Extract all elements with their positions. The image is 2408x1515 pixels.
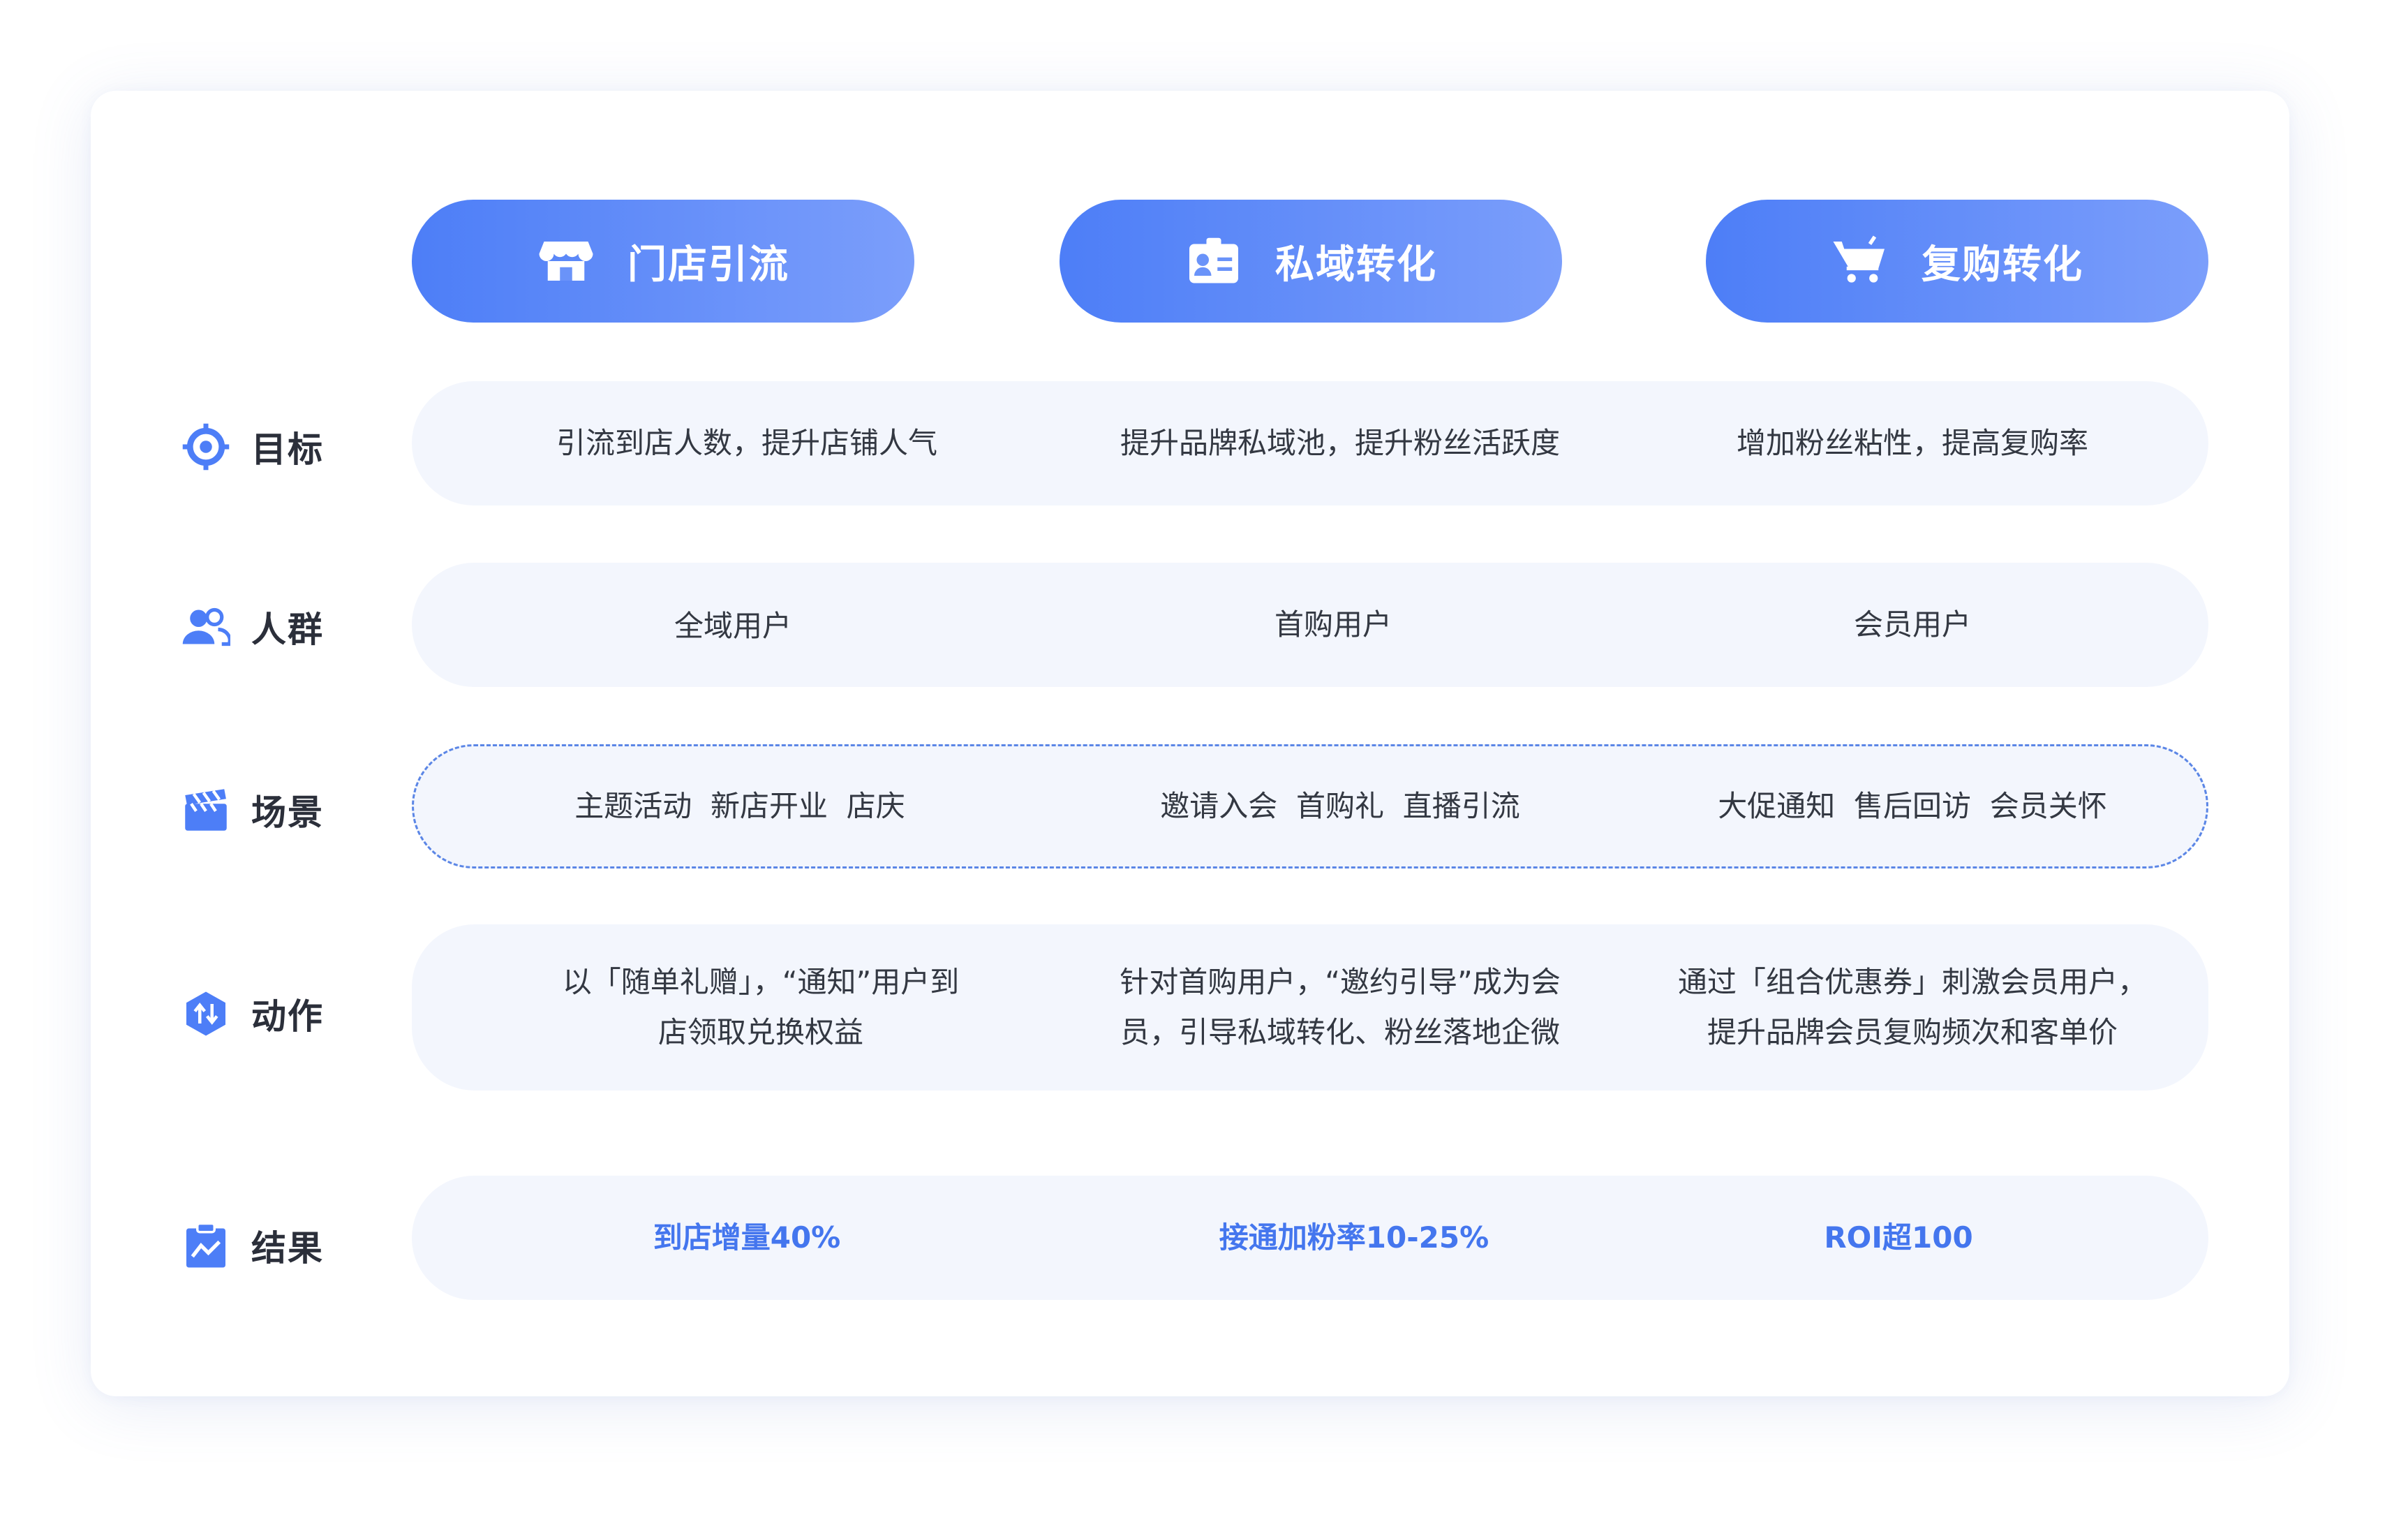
row-label-action: 动作 [181,986,324,1042]
audience-cell-3: 会员用户 [1853,607,1971,642]
header-private-domain[interactable]: 私域转化 [1060,200,1562,323]
action-cell-2-line-2: 员，引导私域转化、粉丝落地企微 [1120,1015,1560,1049]
row-label-text: 场景 [251,792,324,833]
audience-cell-1: 全域用户 [674,609,791,643]
store-icon [537,232,595,290]
goal-cell-2: 提升品牌私域池，提升粉丝活跃度 [1120,426,1560,460]
action-cell-1: 以「随单礼赠」，“通知”用户到 店领取兑换权益 [475,924,1047,1091]
row-label-audience: 人群 [181,599,324,655]
action-cell-2: 针对首购用户，“邀约引导”成为会 员，引导私域转化、粉丝落地企微 [1047,924,1633,1091]
goal-cell-1: 引流到店人数，提升店铺人气 [556,426,937,460]
header-label: 私域转化 [1275,242,1437,288]
row-label-scenario: 场景 [181,782,324,838]
goal-cell-3: 增加粉丝粘性，提高复购率 [1736,426,2088,460]
header-label: 门店引流 [627,242,789,288]
header-label: 复购转化 [1922,242,2083,288]
target-icon [181,422,230,471]
row-label-result: 结果 [181,1218,324,1273]
header-store-traffic[interactable]: 门店引流 [412,200,914,323]
result-cell-1: 到店增量40% [653,1220,841,1255]
action-cell-3-line-2: 提升品牌会员复购频次和客单价 [1707,1015,2118,1049]
scenario-cell-2: 邀请入会 首购礼 直播引流 [1160,789,1520,823]
result-cell-3: ROI超100 [1824,1220,1973,1255]
scenario-cell-1: 主题活动 新店开业 店庆 [574,789,905,823]
action-cell-1-line-2: 店领取兑换权益 [657,1015,863,1049]
action-cell-2-line-1: 针对首购用户，“邀约引导”成为会 [1120,965,1561,999]
action-cell-3: 通过「组合优惠券」刺激会员用户， 提升品牌会员复购频次和客单价 [1619,924,2206,1091]
row-label-text: 人群 [251,609,324,650]
row-label-text: 结果 [251,1228,324,1269]
shopping-cart-icon [1831,232,1889,290]
audience-cell-2: 首购用户 [1274,607,1392,642]
result-cell-2: 接通加粉率10-25% [1219,1220,1489,1255]
row-label-text: 目标 [251,429,324,470]
id-card-icon [1184,232,1243,290]
users-icon [181,603,230,651]
action-cell-1-line-1: 以「随单礼赠」，“通知”用户到 [562,965,960,999]
header-repurchase[interactable]: 复购转化 [1706,200,2208,323]
scenario-cell-3: 大促通知 售后回访 会员关怀 [1718,789,2107,823]
action-cell-3-line-1: 通过「组合优惠券」刺激会员用户， [1677,965,2147,999]
row-label-goal: 目标 [181,419,324,475]
clapperboard-icon [181,785,230,834]
clipboard-chart-icon [181,1221,230,1270]
action-icon [181,989,230,1038]
row-label-text: 动作 [251,996,324,1037]
